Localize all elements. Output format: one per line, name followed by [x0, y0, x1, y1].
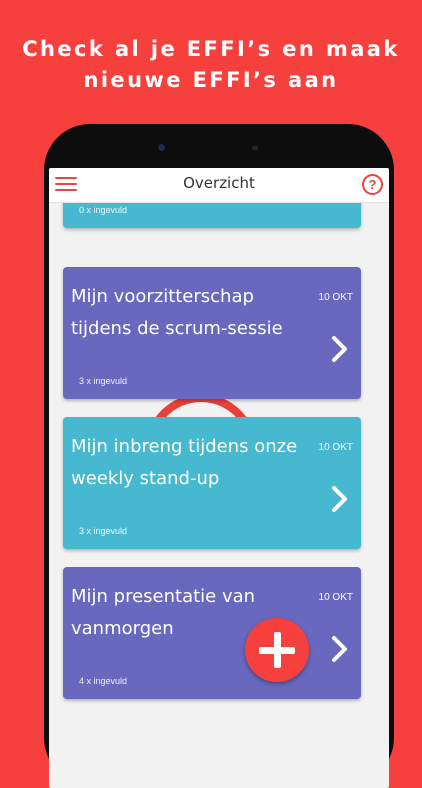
phone-frame: 0 x ingevuld Mijn voorzitterschap tijden… — [44, 124, 394, 788]
question-circle-icon[interactable]: ? — [362, 174, 383, 195]
effi-card[interactable]: Mijn presentatie van vanmorgen 10 OKT 4 … — [63, 567, 361, 699]
card-title: Mijn inbreng tijdens onze weekly stand-u… — [71, 436, 298, 489]
chevron-right-icon — [332, 636, 347, 662]
promo-line-2: nieuwe EFFI’s aan — [83, 68, 339, 92]
card-date: 10 OKT — [318, 442, 353, 453]
chevron-right-icon — [332, 486, 347, 512]
card-date: 10 OKT — [318, 292, 353, 303]
effi-card[interactable]: Mijn inbreng tijdens onze weekly stand-u… — [63, 417, 361, 549]
plus-icon — [259, 647, 295, 654]
app-bar: Overzicht ? — [49, 168, 389, 203]
add-effi-button[interactable] — [245, 618, 309, 682]
camera-icon — [158, 144, 165, 151]
app-screen: 0 x ingevuld Mijn voorzitterschap tijden… — [49, 168, 389, 788]
card-count: 3 x ingevuld — [79, 526, 128, 536]
promo-line-1: Check al je EFFI’s en maak — [22, 37, 400, 61]
effi-card[interactable]: Mijn voorzitterschap tijdens de scrum-se… — [63, 267, 361, 399]
card-date: 10 OKT — [318, 592, 353, 603]
card-count: 3 x ingevuld — [79, 376, 128, 386]
card-title: Mijn voorzitterschap tijdens de scrum-se… — [71, 286, 283, 339]
card-count: 0 x ingevuld — [79, 205, 128, 215]
page-title: Overzicht — [183, 174, 255, 192]
promo-headline: Check al je EFFI’s en maak nieuwe EFFI’s… — [0, 34, 422, 96]
chevron-right-icon — [332, 336, 347, 362]
speaker-icon — [252, 146, 258, 150]
card-count: 4 x ingevuld — [79, 676, 128, 686]
